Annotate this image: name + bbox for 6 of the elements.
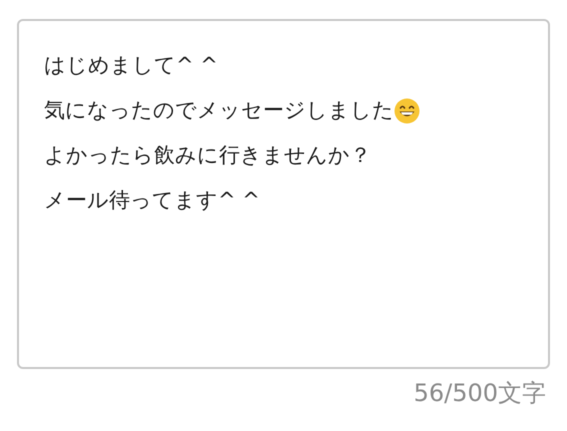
message-line: 気になったのでメッセージしました xyxy=(44,100,394,121)
message-line: はじめまして^ ^ xyxy=(44,55,218,76)
message-line: メール待ってます^ ^ xyxy=(44,190,260,211)
character-counter: 56/500文字 xyxy=(414,378,546,409)
message-field[interactable]: はじめまして^ ^ 気になったのでメッセージしました よかったら飲みに行きませんか？ メール待ってます^ ^ xyxy=(17,19,550,369)
message-line: よかったら飲みに行きませんか？ xyxy=(44,145,371,166)
